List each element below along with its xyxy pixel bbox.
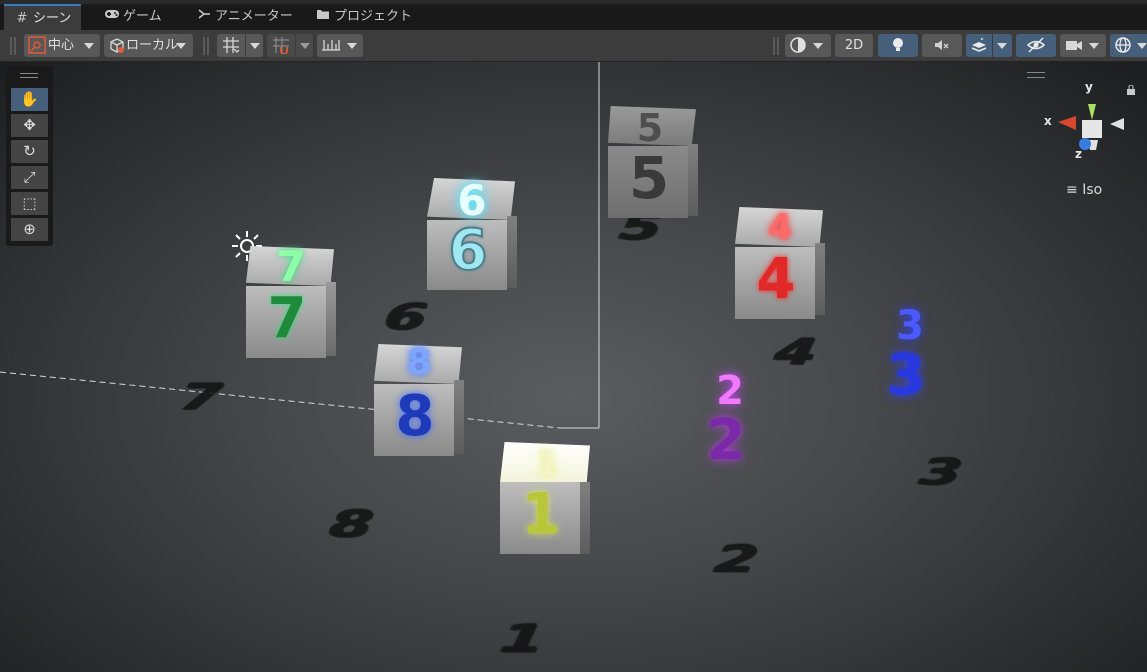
number-cube-4[interactable]: 4 4 (735, 207, 827, 319)
audio-mute-icon (933, 34, 951, 62)
view-tool-button[interactable]: ✋ (11, 88, 48, 111)
transform-icon: ⊕ (23, 220, 36, 238)
chevron-down-icon (813, 43, 823, 49)
cube-front-label: 6 (448, 217, 489, 284)
hand-icon: ✋ (20, 90, 39, 108)
chevron-down-icon (997, 43, 1007, 49)
scene-toolbar: 中心 ローカル 2D (0, 30, 1147, 62)
tools-overlay: ✋ ✥ ↻ ⤢ ⬚ ⊕ (6, 66, 53, 246)
effects-dropdown[interactable] (966, 34, 1012, 57)
number-cube-3[interactable]: 3 3 (870, 303, 954, 408)
magnet-snap-icon (272, 34, 290, 62)
number-cube-1[interactable]: 1 1 (500, 442, 592, 554)
cube-top-label: 1 (535, 444, 559, 484)
mode-2d-toggle[interactable]: 2D (835, 34, 873, 57)
number-cube-2[interactable]: 2 2 (690, 368, 774, 473)
chevron-down-icon (347, 43, 357, 49)
toolbar-grip[interactable] (773, 37, 779, 55)
draw-mode-dropdown[interactable] (785, 34, 831, 57)
cube-front-label: 4 (756, 247, 796, 312)
audio-toggle[interactable] (922, 34, 962, 57)
toolbar-grip[interactable] (203, 37, 209, 55)
tab-animator[interactable]: アニメーター (186, 4, 303, 30)
tab-game-label: ゲーム (123, 9, 162, 24)
cube-top-label: 8 (406, 342, 432, 383)
chevron-down-icon (250, 43, 260, 49)
toolbar-grip[interactable] (10, 37, 16, 55)
eye-hidden-icon (1026, 34, 1046, 62)
grid-snap-icon (222, 34, 240, 62)
space-label: ローカル (126, 38, 179, 53)
chevron-down-icon (1137, 43, 1147, 49)
projection-label: Iso (1082, 182, 1103, 198)
rect-tool-button[interactable]: ⬚ (11, 192, 48, 215)
gizmo-y-label: y (1085, 80, 1093, 94)
cube-front-label: 3 (886, 343, 926, 408)
tab-project-label: プロジェクト (334, 9, 413, 24)
camera-icon (1065, 34, 1083, 62)
pivot-label: 中心 (48, 38, 75, 53)
camera-dropdown[interactable] (1060, 34, 1106, 57)
move-tool-button[interactable]: ✥ (11, 114, 48, 137)
space-dropdown[interactable]: ローカル (104, 34, 193, 57)
ruler-snapping-dropdown[interactable] (317, 34, 363, 57)
gizmo-x-label: x (1044, 114, 1052, 128)
cube-front-label: 1 (521, 482, 561, 547)
chevron-down-icon (176, 43, 186, 49)
gizmo-z-label: z (1075, 147, 1082, 161)
increment-snapping-dropdown[interactable] (267, 34, 313, 57)
projection-toggle[interactable]: ≡ Iso (1066, 182, 1102, 198)
scale-icon: ⤢ (23, 168, 36, 186)
gizmos-dropdown[interactable] (1110, 34, 1147, 57)
number-cube-6[interactable]: 6 6 (427, 176, 519, 290)
overlay-drag-handle[interactable] (20, 73, 38, 78)
tab-game[interactable]: ゲーム (94, 4, 172, 30)
tab-scene-label: シーン (33, 11, 72, 26)
folder-icon (315, 4, 331, 30)
scene-grid-icon: # (16, 11, 28, 26)
number-cube-5[interactable]: 5 5 (608, 106, 700, 218)
chevron-down-icon (84, 43, 94, 49)
cube-local-icon (108, 34, 126, 62)
pivot-dropdown[interactable]: 中心 (24, 34, 100, 57)
number-cube-8[interactable]: 8 8 (374, 342, 466, 456)
cube-front-label: 8 (395, 384, 435, 449)
number-cube-7[interactable]: 7 7 (246, 242, 338, 358)
pivot-icon (28, 34, 46, 62)
grid-snapping-dropdown[interactable] (217, 34, 263, 57)
ruler-icon (321, 34, 341, 62)
lightbulb-icon (890, 34, 906, 62)
chevron-down-icon (1089, 43, 1099, 49)
tab-project[interactable]: プロジェクト (305, 4, 422, 30)
gamepad-icon (104, 4, 120, 30)
tab-bar: # シーン ゲーム アニメーター プロジェクト (0, 0, 1147, 30)
cube-front-label: 5 (628, 144, 670, 212)
tab-scene[interactable]: # シーン (4, 4, 82, 30)
mode-2d-label: 2D (844, 38, 864, 53)
menu-lines-icon: ≡ (1066, 182, 1078, 198)
rotate-tool-button[interactable]: ↻ (11, 140, 48, 163)
cube-top-label: 4 (767, 207, 793, 248)
transform-tool-button[interactable]: ⊕ (11, 218, 48, 241)
gizmo-globe-icon (1114, 34, 1132, 62)
cube-top-label: 7 (276, 242, 306, 291)
tab-animator-label: アニメーター (215, 9, 293, 24)
chevron-down-icon (300, 43, 310, 49)
shading-mode-icon (789, 34, 807, 62)
lighting-toggle[interactable] (878, 34, 918, 57)
rect-transform-icon: ⬚ (22, 194, 37, 212)
animator-icon (196, 4, 212, 30)
rotate-icon: ↻ (23, 142, 36, 160)
scene-viewport[interactable]: 5 6 4 7 8 3 2 1 5 5 6 6 4 4 7 7 8 8 3 3 … (0, 62, 1147, 672)
move-arrows-icon: ✥ (23, 116, 36, 134)
scene-visibility-toggle[interactable] (1016, 34, 1056, 57)
cube-front-label: 7 (267, 286, 307, 351)
effects-layers-icon (970, 34, 988, 62)
scale-tool-button[interactable]: ⤢ (11, 166, 48, 189)
scene-lines (0, 62, 600, 429)
cube-front-label: 2 (706, 408, 746, 473)
